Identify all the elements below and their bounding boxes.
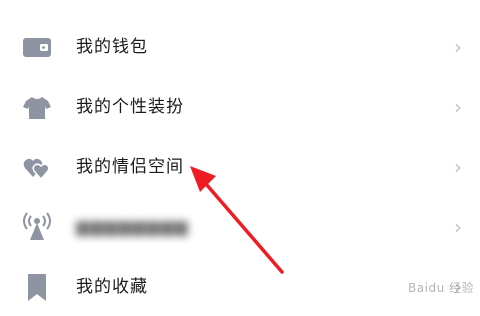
tshirt-icon: [22, 92, 52, 122]
bookmark-icon: [22, 272, 52, 302]
menu-item-blurred[interactable]: ▆▆▆▆▆▆▆▆ ›: [0, 198, 480, 256]
menu-item-label: 我的钱包: [76, 37, 148, 57]
menu-item-label: 我的情侣空间: [76, 157, 184, 177]
settings-menu: 我的钱包 › 我的个性装扮 › 我的情侣空间 › ▆▆▆▆▆▆▆▆ › 我的收藏…: [0, 0, 480, 302]
menu-item-wallet[interactable]: 我的钱包 ›: [0, 18, 480, 76]
menu-item-label: 我的收藏: [76, 277, 148, 297]
chevron-right-icon: ›: [454, 95, 462, 119]
chevron-right-icon: ›: [454, 35, 462, 59]
menu-item-label: 我的个性装扮: [76, 97, 184, 117]
chevron-right-icon: ›: [454, 155, 462, 179]
broadcast-antenna-icon: [22, 212, 52, 242]
wallet-icon: [22, 32, 52, 62]
menu-item-couple-space[interactable]: 我的情侣空间 ›: [0, 138, 480, 196]
hearts-icon: [22, 152, 52, 182]
watermark: Baidu 经验: [408, 281, 474, 295]
chevron-right-icon: ›: [454, 215, 462, 239]
blurred-label: ▆▆▆▆▆▆▆▆: [76, 217, 189, 237]
menu-item-personal-dressup[interactable]: 我的个性装扮 ›: [0, 78, 480, 136]
